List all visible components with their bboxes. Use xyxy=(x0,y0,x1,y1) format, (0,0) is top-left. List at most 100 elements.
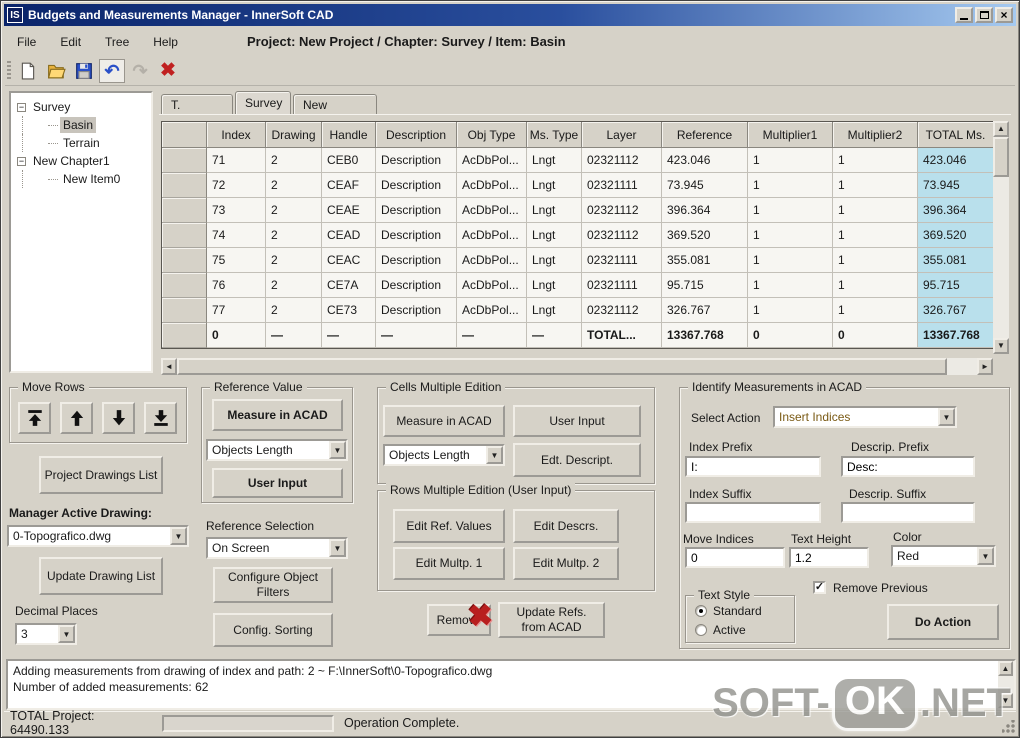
project-drawings-list-button[interactable]: Project Drawings List xyxy=(39,456,163,494)
column-header[interactable]: Multiplier2 xyxy=(833,122,918,148)
table-cell[interactable]: 1 xyxy=(748,298,833,323)
column-header[interactable]: Ms. Type xyxy=(527,122,582,148)
table-cell[interactable]: 369.520 xyxy=(662,223,748,248)
table-cell[interactable]: 02321112 xyxy=(582,223,662,248)
table-cell[interactable]: 73.945 xyxy=(918,173,994,198)
table-cell[interactable]: CE73 xyxy=(322,298,376,323)
delete-button[interactable]: ✖ xyxy=(155,59,181,83)
table-cell[interactable]: 76 xyxy=(207,273,266,298)
table-cell[interactable]: 2 xyxy=(266,173,322,198)
color-combo[interactable]: Red ▼ xyxy=(891,545,996,567)
row-selector[interactable] xyxy=(162,323,207,348)
table-cell[interactable]: CEAE xyxy=(322,198,376,223)
move-to-top-button[interactable] xyxy=(18,402,51,434)
tree-item-basin[interactable]: Basin xyxy=(13,116,149,134)
row-selector[interactable] xyxy=(162,173,207,198)
row-selector[interactable] xyxy=(162,223,207,248)
table-cell[interactable]: Description xyxy=(376,148,457,173)
table-cell[interactable]: Description xyxy=(376,298,457,323)
table-cell[interactable]: 0 xyxy=(748,323,833,348)
table-cell[interactable]: 77 xyxy=(207,298,266,323)
chevron-down-icon[interactable]: ▼ xyxy=(938,408,955,426)
edit-ref-values-button[interactable]: Edit Ref. Values xyxy=(393,509,505,543)
table-cell[interactable]: Lngt xyxy=(527,248,582,273)
cells-mode-combo[interactable]: Objects Length ▼ xyxy=(383,444,505,466)
index-prefix-input[interactable] xyxy=(685,456,821,477)
table-cell[interactable]: 1 xyxy=(748,273,833,298)
measure-in-acad-button[interactable]: Measure in ACAD xyxy=(212,399,343,431)
index-suffix-input[interactable] xyxy=(685,502,821,523)
text-style-standard-radio[interactable] xyxy=(695,605,707,617)
chevron-down-icon[interactable]: ▼ xyxy=(486,446,503,464)
edit-descrs-button[interactable]: Edit Descrs. xyxy=(513,509,619,543)
remove-previous-checkbox[interactable]: ✓ xyxy=(813,581,826,594)
scroll-up-icon[interactable]: ▲ xyxy=(993,121,1009,137)
table-cell[interactable]: 1 xyxy=(833,198,918,223)
table-cell[interactable]: Lngt xyxy=(527,223,582,248)
collapse-icon[interactable]: − xyxy=(17,103,26,112)
table-cell[interactable]: — xyxy=(376,323,457,348)
update-drawing-list-button[interactable]: Update Drawing List xyxy=(39,557,163,595)
table-cell[interactable]: AcDbPol... xyxy=(457,248,527,273)
table-cell[interactable]: 71 xyxy=(207,148,266,173)
table-cell[interactable]: 1 xyxy=(748,223,833,248)
menu-help[interactable]: Help xyxy=(141,32,190,52)
tree-item-survey[interactable]: − Survey xyxy=(13,98,149,116)
text-style-active-radio[interactable] xyxy=(695,624,707,636)
column-header[interactable] xyxy=(162,122,207,148)
menu-edit[interactable]: Edit xyxy=(48,32,93,52)
table-cell[interactable]: — xyxy=(266,323,322,348)
table-cell[interactable]: 326.767 xyxy=(662,298,748,323)
column-header[interactable]: Index xyxy=(207,122,266,148)
configure-object-filters-button[interactable]: Configure Object Filters xyxy=(213,567,333,603)
table-cell[interactable]: 423.046 xyxy=(918,148,994,173)
table-cell[interactable]: TOTAL... xyxy=(582,323,662,348)
select-action-combo[interactable]: Insert Indices ▼ xyxy=(773,406,957,428)
table-cell[interactable]: 2 xyxy=(266,148,322,173)
table-cell[interactable]: 355.081 xyxy=(662,248,748,273)
update-refs-from-acad-button[interactable]: Update Refs. from ACAD xyxy=(498,602,605,638)
table-cell[interactable]: AcDbPol... xyxy=(457,173,527,198)
text-height-input[interactable] xyxy=(789,547,869,568)
minimize-button[interactable] xyxy=(955,7,973,23)
edit-descript-button[interactable]: Edt. Descript. xyxy=(513,443,641,477)
table-cell[interactable]: AcDbPol... xyxy=(457,223,527,248)
table-cell[interactable]: 74 xyxy=(207,223,266,248)
table-cell[interactable]: — xyxy=(457,323,527,348)
descrip-prefix-input[interactable] xyxy=(841,456,975,477)
table-cell[interactable]: Lngt xyxy=(527,198,582,223)
remove-button[interactable]: Remove ✖ xyxy=(427,604,491,636)
grid-horizontal-scrollbar[interactable]: ◄ ► xyxy=(161,358,993,375)
column-header[interactable]: Obj Type xyxy=(457,122,527,148)
table-cell[interactable]: 1 xyxy=(833,298,918,323)
table-cell[interactable]: Description xyxy=(376,223,457,248)
chevron-down-icon[interactable]: ▼ xyxy=(170,527,187,545)
table-cell[interactable]: 355.081 xyxy=(918,248,994,273)
table-cell[interactable]: Description xyxy=(376,173,457,198)
table-cell[interactable]: 326.767 xyxy=(918,298,994,323)
table-cell[interactable]: 423.046 xyxy=(662,148,748,173)
tree-item-terrain[interactable]: Terrain xyxy=(13,134,149,152)
table-cell[interactable]: Lngt xyxy=(527,273,582,298)
table-cell[interactable]: 2 xyxy=(266,298,322,323)
table-cell[interactable]: 02321111 xyxy=(582,173,662,198)
table-cell[interactable]: Description xyxy=(376,198,457,223)
tab-t-chapters[interactable]: T. Chapters xyxy=(161,94,233,114)
scroll-up-icon[interactable]: ▲ xyxy=(998,661,1013,676)
column-header[interactable]: Reference xyxy=(662,122,748,148)
table-cell[interactable]: 1 xyxy=(748,198,833,223)
table-cell[interactable]: AcDbPol... xyxy=(457,298,527,323)
row-selector[interactable] xyxy=(162,148,207,173)
table-cell[interactable]: 396.364 xyxy=(918,198,994,223)
undo-button[interactable]: ↶ xyxy=(99,59,125,83)
config-sorting-button[interactable]: Config. Sorting xyxy=(213,613,333,647)
edit-multp2-button[interactable]: Edit Multp. 2 xyxy=(513,547,619,580)
tree-item-new-chapter1[interactable]: − New Chapter1 xyxy=(13,152,149,170)
chevron-down-icon[interactable]: ▼ xyxy=(58,625,75,643)
toolbar-grip[interactable] xyxy=(7,61,11,81)
table-cell[interactable]: 95.715 xyxy=(662,273,748,298)
table-cell[interactable]: CE7A xyxy=(322,273,376,298)
edit-multp1-button[interactable]: Edit Multp. 1 xyxy=(393,547,505,580)
move-up-button[interactable] xyxy=(60,402,93,434)
tab-survey[interactable]: Survey xyxy=(235,91,291,114)
